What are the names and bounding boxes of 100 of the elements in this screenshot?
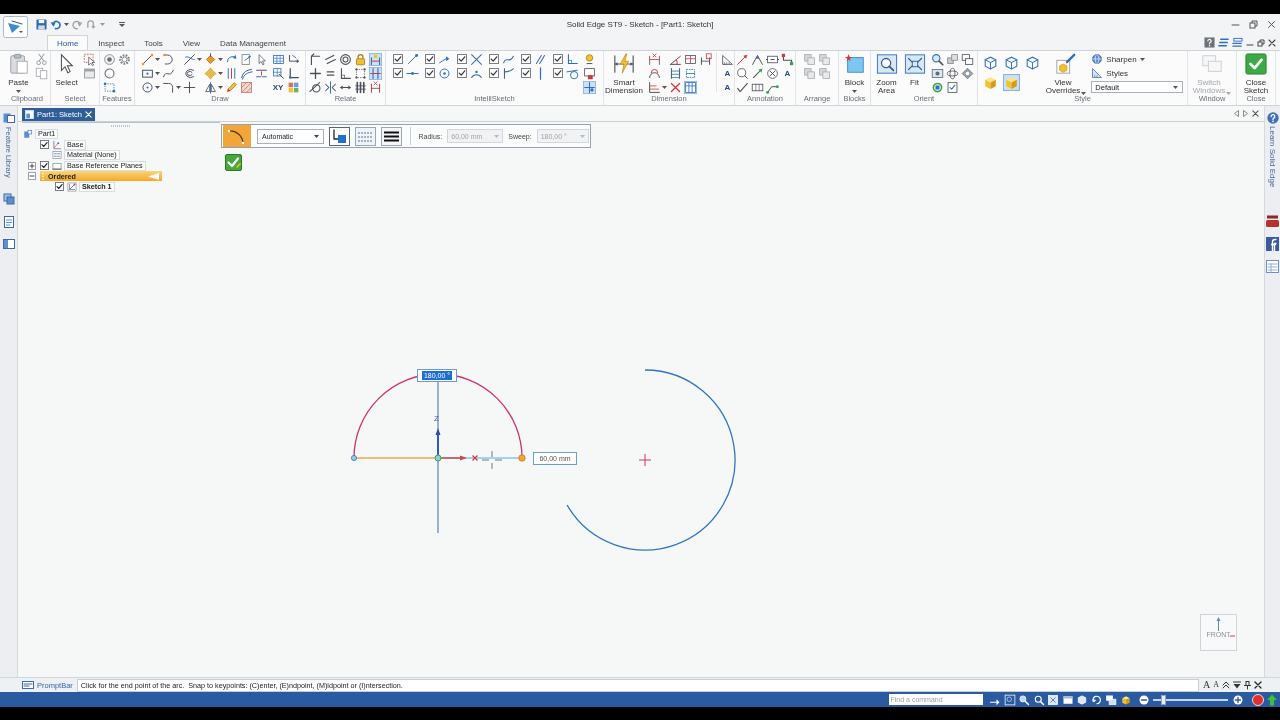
dimension-marks-icon[interactable] [698,52,712,66]
mirror-icon[interactable] [203,80,217,94]
plus-icon[interactable] [309,66,322,80]
dimension-icon[interactable] [647,52,661,66]
checkbox[interactable] [521,54,531,64]
caret-icon[interactable] [217,57,223,61]
relation-marker-icon[interactable] [369,66,382,80]
text-tool-button[interactable]: A [720,80,734,94]
ribbon-tab[interactable]: Tools [134,35,173,50]
coordinate-dimension-icon[interactable] [647,80,661,94]
pin-icon[interactable] [1244,681,1251,689]
circle-center-icon[interactable] [140,80,154,94]
magnifier-icon[interactable] [930,52,944,66]
dimension-table-icon[interactable] [683,52,697,66]
close-icon[interactable] [1268,38,1276,47]
rotate-icon[interactable] [1090,693,1103,706]
panel-icon[interactable] [2,237,15,250]
arc-icon[interactable] [161,52,175,66]
checkbox[interactable] [40,140,49,150]
cubes-icon[interactable] [945,52,959,66]
line-endpoint-icon[interactable] [406,52,419,66]
cross-icon[interactable] [182,80,196,94]
corner-curve-icon[interactable] [502,66,515,80]
plus-dot-icon[interactable] [583,80,596,94]
chevron-up-icon[interactable] [1222,681,1230,689]
paste-button[interactable]: Paste [6,52,31,93]
checkbox[interactable] [457,54,467,64]
checkbox[interactable] [393,68,403,78]
cross-mark-icon[interactable] [668,80,682,94]
zoom-area-button[interactable]: Zoom Area [874,52,899,95]
styles-button[interactable]: Styles [1091,67,1184,79]
parallel-lines-icon[interactable] [534,52,547,66]
bulb-icon[interactable] [583,52,596,66]
checkbox[interactable] [457,68,467,78]
checkbox[interactable] [489,68,499,78]
checkbox[interactable] [553,54,563,64]
corner-icon[interactable] [309,52,322,66]
checkbox[interactable] [553,68,563,78]
magnifier-icon[interactable] [1018,693,1030,706]
accept-icon[interactable] [225,154,242,171]
line-color-icon[interactable] [328,126,350,146]
social-site-icon[interactable] [1266,237,1279,252]
l-shape-icon[interactable] [286,66,300,80]
leader-arrow-icon[interactable] [736,52,749,66]
offset-curves-icon[interactable] [239,66,253,80]
text-tool-button[interactable]: XY [271,80,285,94]
caret-icon[interactable] [852,90,857,93]
circle-cross-icon[interactable] [766,66,779,80]
close-icon[interactable] [1267,20,1276,29]
triangle-right-icon[interactable] [1243,110,1248,117]
caret-icon[interactable] [175,85,181,89]
collapse-icon[interactable] [28,172,36,181]
scissors-icon[interactable] [34,52,48,66]
perpendicular-icon[interactable] [339,66,352,80]
corner-arrow-icon[interactable] [286,52,300,66]
checkbox[interactable] [55,182,64,192]
layers-icon[interactable] [2,192,15,205]
zoom-area-icon[interactable] [1003,693,1016,706]
caret-icon[interactable] [64,23,69,26]
checklist-icon[interactable] [945,80,959,94]
caret-icon[interactable] [154,57,160,61]
caret-icon[interactable] [154,85,160,89]
view-overrides-button[interactable]: View Overrides [1044,52,1088,95]
target-icon[interactable] [103,52,116,66]
help-icon[interactable] [1266,112,1279,124]
stacked-dimension-icon[interactable] [668,66,682,80]
dimension-grid-icon[interactable] [683,80,697,94]
help-icon[interactable] [1204,37,1215,48]
up-arrow-icon[interactable] [1266,693,1278,706]
symmetry-icon[interactable] [324,80,337,94]
c-shape-icon[interactable] [182,66,196,80]
checkbox[interactable] [489,54,499,64]
caret-icon[interactable] [1173,85,1179,89]
line-width-icon[interactable] [380,126,402,146]
bars-icon[interactable] [354,80,367,94]
line-icon[interactable] [140,52,154,66]
undo-icon[interactable] [50,19,61,30]
hatch-icon[interactable] [239,80,253,94]
balloon-icon[interactable] [736,66,749,80]
checkbox[interactable] [425,54,435,64]
stacked-lines-icon[interactable] [1218,37,1229,48]
circle-icon[interactable] [103,66,116,80]
expand-icon[interactable] [28,161,36,170]
dimension-marks-icon[interactable] [369,80,382,94]
ribbon-tab[interactable]: Home [47,35,89,50]
text-tool-button[interactable]: A [781,66,794,80]
smart-dimension-button[interactable]: Smart Dimension [604,52,644,95]
corner-arc-icon[interactable] [161,80,175,94]
checkbox[interactable] [40,161,49,171]
triangle-down-icon[interactable] [1233,681,1241,689]
caret-icon[interactable] [196,57,202,61]
block-button[interactable]: Block [842,52,867,93]
caret-icon[interactable] [154,71,160,75]
table-grid-icon[interactable] [271,52,285,66]
windows-icon[interactable] [1105,693,1117,706]
arrow-icon[interactable] [751,66,764,80]
curved-arrow-icon[interactable] [224,52,238,66]
orbit-icon[interactable] [945,66,959,80]
grid-arrow-icon[interactable] [271,66,285,80]
library-icon[interactable] [2,112,15,124]
